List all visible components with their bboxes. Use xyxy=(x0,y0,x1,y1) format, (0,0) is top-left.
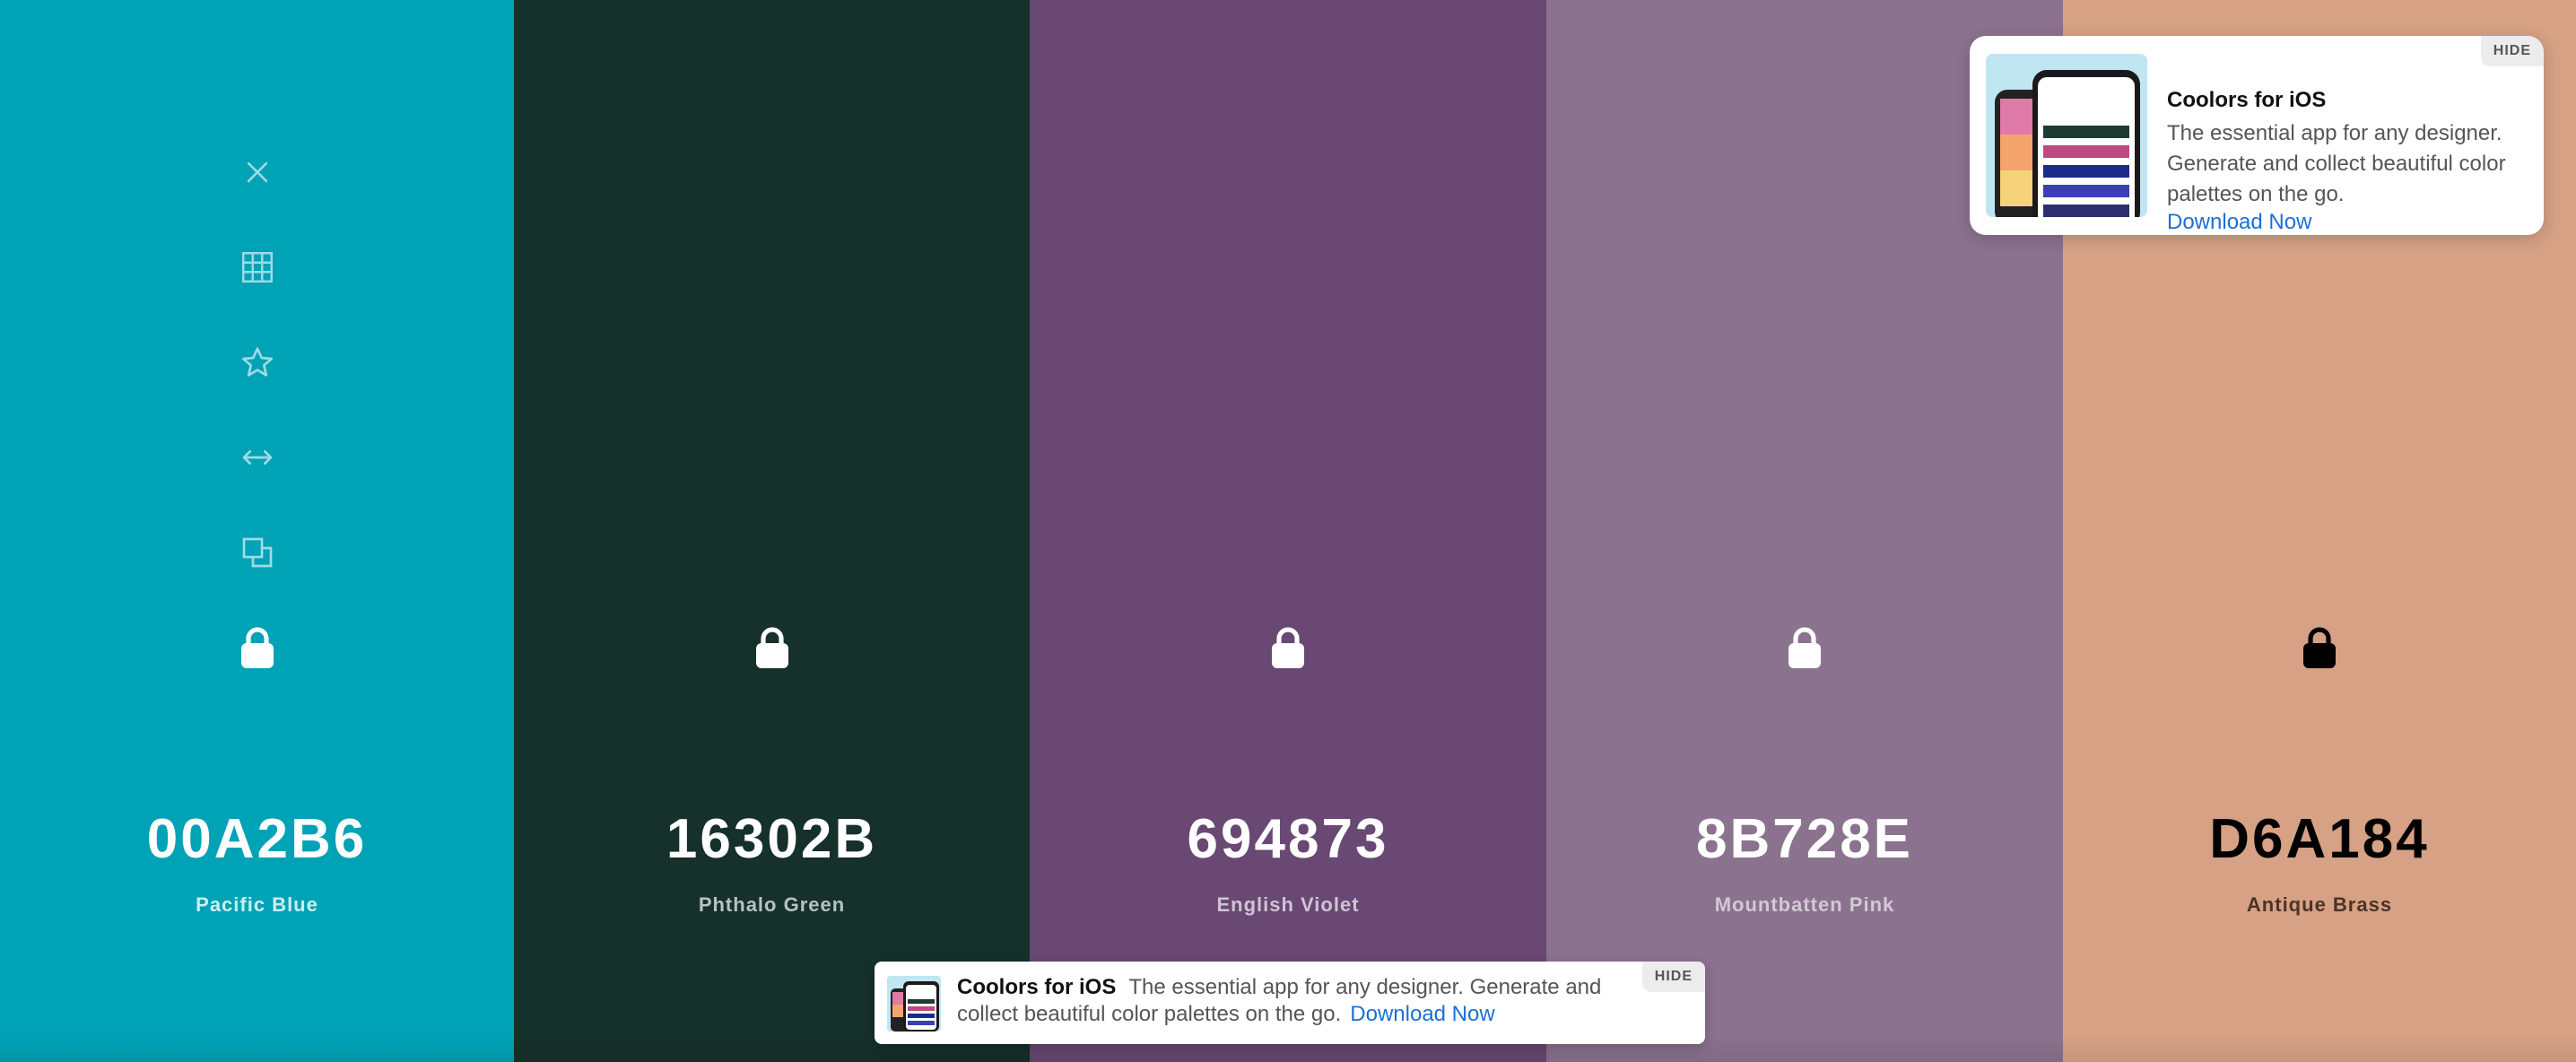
lock-toggle[interactable] xyxy=(0,619,514,676)
color-name[interactable]: Phthalo Green xyxy=(514,893,1030,917)
ad-banner-text: Coolors for iOS The essential app for any… xyxy=(957,974,1630,1028)
lock-toggle[interactable] xyxy=(514,619,1030,676)
column-toolbar xyxy=(0,144,514,619)
copy-icon xyxy=(242,537,272,568)
hide-ad-button[interactable]: HIDE xyxy=(2480,36,2544,66)
hide-banner-button[interactable]: HIDE xyxy=(1641,962,1705,992)
lock-icon xyxy=(1272,627,1304,668)
download-now-link[interactable]: Download Now xyxy=(2167,210,2311,235)
hex-code[interactable]: 694873 xyxy=(1030,807,1546,871)
lock-icon xyxy=(755,627,788,668)
copy-hex-button[interactable] xyxy=(229,524,286,581)
lock-toggle[interactable] xyxy=(1546,619,2063,676)
star-icon xyxy=(241,347,273,377)
app-preview-image xyxy=(887,976,941,1032)
app-preview-image xyxy=(1986,54,2147,217)
hex-code[interactable]: D6A184 xyxy=(2063,807,2576,871)
hex-code[interactable]: 8B728E xyxy=(1546,807,2063,871)
color-column-1[interactable]: 00A2B6 Pacific Blue xyxy=(0,0,514,1062)
color-column-2[interactable]: 16302B Phthalo Green xyxy=(514,0,1030,1062)
grid-icon xyxy=(241,252,273,283)
hex-code[interactable]: 00A2B6 xyxy=(0,807,514,871)
arrows-horizontal-icon xyxy=(242,450,272,465)
lock-toggle[interactable] xyxy=(1030,619,1546,676)
download-now-link[interactable]: Download Now xyxy=(1350,1002,1494,1026)
save-color-button[interactable] xyxy=(229,334,286,391)
color-name[interactable]: Pacific Blue xyxy=(0,893,514,917)
lock-toggle[interactable] xyxy=(2063,619,2576,676)
drag-handle[interactable] xyxy=(229,429,286,486)
color-name[interactable]: Mountbatten Pink xyxy=(1546,893,2063,917)
lock-icon xyxy=(1788,627,1821,668)
color-name[interactable]: English Violet xyxy=(1030,893,1546,917)
lock-icon xyxy=(240,627,274,668)
view-shades-button[interactable] xyxy=(229,239,286,296)
color-name[interactable]: Antique Brass xyxy=(2063,893,2576,917)
ad-card[interactable]: Coolors for iOS The essential app for an… xyxy=(1970,36,2544,235)
ad-description: The essential app for any designer. Gene… xyxy=(2167,121,2506,206)
hex-code[interactable]: 16302B xyxy=(514,807,1030,871)
ad-title: Coolors for iOS xyxy=(2167,88,2327,112)
close-icon xyxy=(247,161,267,183)
remove-color-button[interactable] xyxy=(229,144,286,201)
ad-banner[interactable]: Coolors for iOS The essential app for any… xyxy=(875,962,1705,1044)
color-column-3[interactable]: 694873 English Violet xyxy=(1030,0,1546,1062)
ad-banner-title: Coolors for iOS xyxy=(957,975,1117,999)
lock-icon xyxy=(2303,627,2336,668)
